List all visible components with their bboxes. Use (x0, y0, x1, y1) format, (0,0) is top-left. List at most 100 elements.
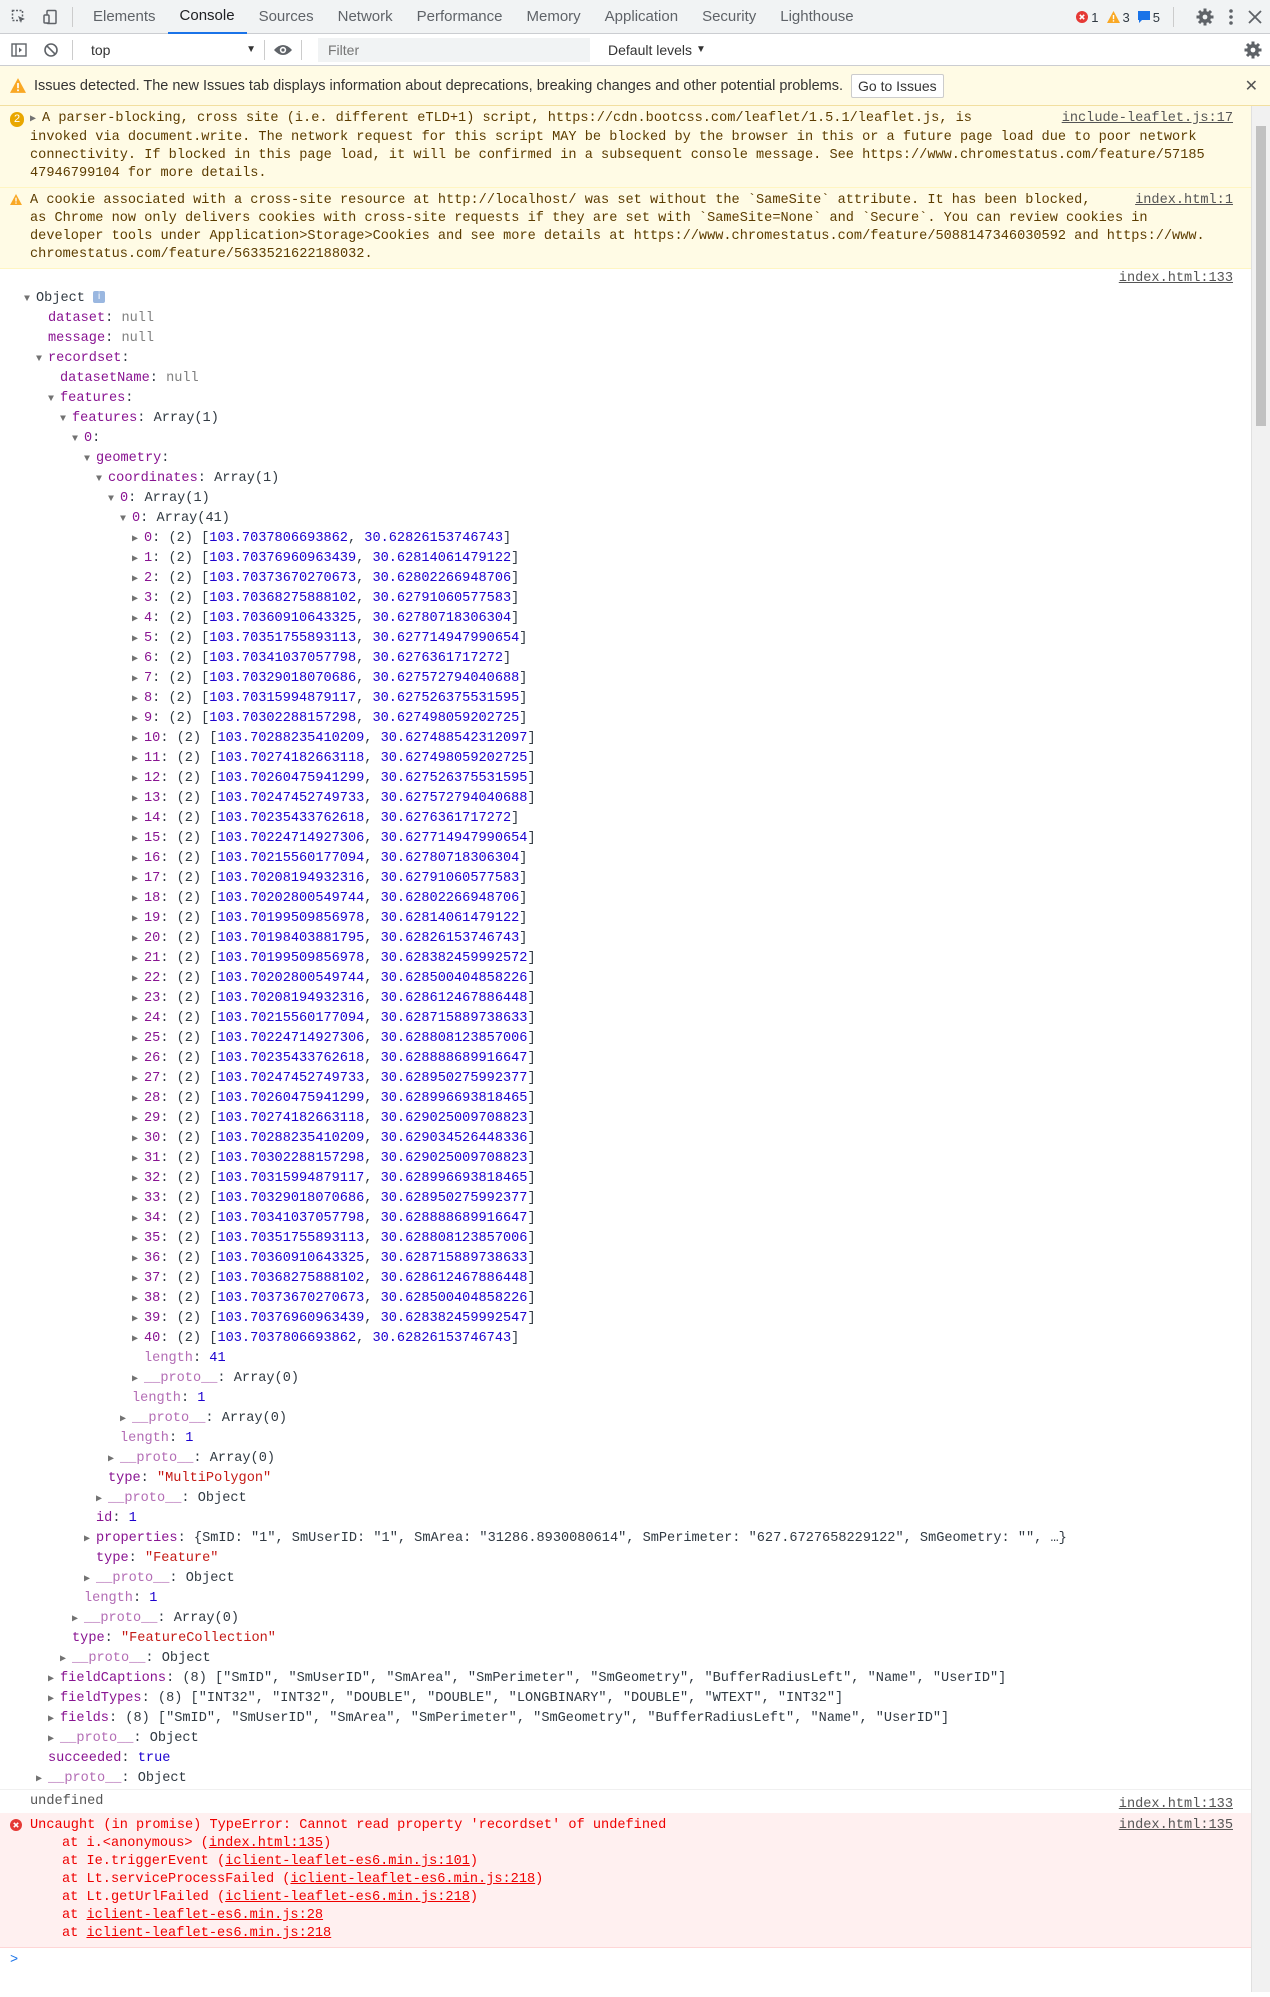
filter-input[interactable] (318, 37, 590, 62)
info-icon[interactable]: i (93, 291, 106, 304)
coordinate-row[interactable]: ▶ 36: (2) [103.70360910643325, 30.6287158… (0, 1249, 1251, 1269)
close-icon[interactable] (1248, 10, 1262, 24)
coordinate-row[interactable]: ▶ 18: (2) [103.70202800549744, 30.6280226… (0, 889, 1251, 909)
expand-arrow-icon[interactable]: ▶ (132, 990, 144, 1010)
stack-frame-link[interactable]: iclient-leaflet-es6.min.js:218 (86, 1926, 331, 1941)
tab-security[interactable]: Security (690, 0, 768, 34)
expand-arrow-icon[interactable]: ▶ (132, 610, 144, 630)
console-settings-icon[interactable] (1244, 41, 1262, 62)
tree-row[interactable]: ▶ __proto__: Array(0) (0, 1609, 1251, 1629)
sidebar-icon[interactable] (6, 37, 32, 63)
tree-row[interactable]: ▶ __proto__: Object (0, 1649, 1251, 1669)
stack-frame-link[interactable]: iclient-leaflet-es6.min.js:218 (225, 1890, 470, 1905)
coordinate-row[interactable]: ▶ 21: (2) [103.70199509856978, 30.6283824… (0, 949, 1251, 969)
coordinate-row[interactable]: ▶ 20: (2) [103.70198403881795, 30.6282615… (0, 929, 1251, 949)
coordinate-row[interactable]: ▶ 22: (2) [103.70202800549744, 30.6285004… (0, 969, 1251, 989)
stack-frame-link[interactable]: iclient-leaflet-es6.min.js:101 (225, 1854, 470, 1869)
tree-row[interactable]: ▶ fieldCaptions: (8) ["SmID", "SmUserID",… (0, 1669, 1251, 1689)
expand-arrow-icon[interactable]: ▶ (132, 630, 144, 650)
coordinate-row[interactable]: ▶ 27: (2) [103.70247452749733, 30.6289502… (0, 1069, 1251, 1089)
expand-arrow-icon[interactable]: ▶ (132, 1370, 144, 1390)
expand-arrow-icon[interactable]: ▶ (48, 1690, 60, 1710)
coordinate-row[interactable]: ▶ 30: (2) [103.70288235410209, 30.6290345… (0, 1129, 1251, 1149)
coordinate-row[interactable]: ▶ 35: (2) [103.70351755893113, 30.6288081… (0, 1229, 1251, 1249)
expand-arrow-icon[interactable]: ▶ (132, 1330, 144, 1350)
tab-application[interactable]: Application (593, 0, 690, 34)
expand-arrow-icon[interactable]: ▶ (132, 1250, 144, 1270)
expand-arrow-icon[interactable]: ▶ (132, 570, 144, 590)
settings-icon[interactable] (1196, 8, 1214, 26)
tree-row[interactable]: ▶ __proto__: Object (0, 1569, 1251, 1589)
coordinate-row[interactable]: ▶ 8: (2) [103.70315994879117, 30.62752637… (0, 689, 1251, 709)
expand-arrow-icon[interactable]: ▶ (96, 1490, 108, 1510)
coordinate-row[interactable]: ▶ 9: (2) [103.70302288157298, 30.62749805… (0, 709, 1251, 729)
stack-frame-link[interactable]: index.html:135 (209, 1836, 323, 1851)
expand-arrow-icon[interactable]: ▶ (132, 1110, 144, 1130)
expand-arrow-icon[interactable]: ▶ (132, 770, 144, 790)
tree-row[interactable]: ▶ __proto__: Array(0) (0, 1409, 1251, 1429)
expand-arrow-icon[interactable]: ▶ (132, 750, 144, 770)
coordinate-row[interactable]: ▶ 1: (2) [103.70376960963439, 30.62814061… (0, 549, 1251, 569)
console-prompt[interactable]: > (0, 1948, 1251, 1974)
coordinate-row[interactable]: ▶ 33: (2) [103.70329018070686, 30.6289502… (0, 1189, 1251, 1209)
expand-arrow-icon[interactable]: ▶ (132, 810, 144, 830)
tree-row[interactable]: ▶ __proto__: Object (0, 1769, 1251, 1789)
expand-arrow-icon[interactable]: ▶ (132, 890, 144, 910)
tree-root[interactable]: ▼ Object i (0, 289, 1251, 309)
tab-performance[interactable]: Performance (405, 0, 515, 34)
tree-row[interactable]: ▶ fieldTypes: (8) ["INT32", "INT32", "DOU… (0, 1689, 1251, 1709)
expand-arrow-icon[interactable]: ▶ (132, 930, 144, 950)
coordinate-row[interactable]: ▶ 11: (2) [103.70274182663118, 30.6274980… (0, 749, 1251, 769)
expand-arrow-icon[interactable]: ▶ (132, 1170, 144, 1190)
source-link[interactable]: index.html:135 (1119, 1817, 1233, 1835)
tab-network[interactable]: Network (326, 0, 405, 34)
tab-sources[interactable]: Sources (247, 0, 326, 34)
coordinate-row[interactable]: ▶ 24: (2) [103.70215560177094, 30.6287158… (0, 1009, 1251, 1029)
tree-row[interactable]: ▼ coordinates: Array(1) (0, 469, 1251, 489)
tree-row[interactable]: ▼ 0: Array(1) (0, 489, 1251, 509)
coordinate-row[interactable]: ▶ 2: (2) [103.70373670270673, 30.62802266… (0, 569, 1251, 589)
close-icon[interactable]: ✕ (1245, 76, 1258, 96)
expand-arrow-icon[interactable]: ▶ (132, 970, 144, 990)
tree-row[interactable]: ▼ recordset: (0, 349, 1251, 369)
expand-arrow-icon[interactable]: ▶ (84, 1570, 96, 1590)
collapse-arrow-icon[interactable]: ▼ (48, 390, 60, 410)
coordinate-row[interactable]: ▶ 29: (2) [103.70274182663118, 30.6290250… (0, 1109, 1251, 1129)
expand-arrow-icon[interactable]: ▶ (132, 1230, 144, 1250)
tree-row[interactable]: ▶ __proto__: Array(0) (0, 1449, 1251, 1469)
clear-icon[interactable] (38, 37, 64, 63)
coordinate-row[interactable]: ▶ 6: (2) [103.70341037057798, 30.62763617… (0, 649, 1251, 669)
tree-row[interactable]: ▶ __proto__: Array(0) (0, 1369, 1251, 1389)
expand-arrow-icon[interactable]: ▶ (48, 1730, 60, 1750)
coordinate-row[interactable]: ▶ 7: (2) [103.70329018070686, 30.62757279… (0, 669, 1251, 689)
coordinate-row[interactable]: ▶ 39: (2) [103.70376960963439, 30.6283824… (0, 1309, 1251, 1329)
expand-arrow-icon[interactable]: ▶ (132, 1130, 144, 1150)
coordinate-row[interactable]: ▶ 4: (2) [103.70360910643325, 30.62780718… (0, 609, 1251, 629)
expand-arrow-icon[interactable]: ▶ (132, 730, 144, 750)
expand-arrow-icon[interactable]: ▶ (48, 1710, 60, 1730)
coordinate-row[interactable]: ▶ 38: (2) [103.70373670270673, 30.6285004… (0, 1289, 1251, 1309)
coordinate-row[interactable]: ▶ 10: (2) [103.70288235410209, 30.6274885… (0, 729, 1251, 749)
coordinate-row[interactable]: ▶ 25: (2) [103.70224714927306, 30.6288081… (0, 1029, 1251, 1049)
collapse-arrow-icon[interactable]: ▼ (60, 410, 72, 430)
expand-arrow-icon[interactable]: ▶ (132, 530, 144, 550)
expand-arrow-icon[interactable]: ▶ (132, 910, 144, 930)
expand-arrow-icon[interactable]: ▶ (132, 1290, 144, 1310)
expand-arrow-icon[interactable]: ▶ (132, 710, 144, 730)
expand-arrow-icon[interactable]: ▶ (72, 1610, 84, 1630)
inspect-icon[interactable] (6, 4, 32, 30)
coordinate-row[interactable]: ▶ 3: (2) [103.70368275888102, 30.62791060… (0, 589, 1251, 609)
coordinate-row[interactable]: ▶ 17: (2) [103.70208194932316, 30.6279106… (0, 869, 1251, 889)
info-count[interactable]: 5 (1137, 10, 1160, 25)
expand-arrow-icon[interactable]: ▶ (132, 1090, 144, 1110)
tree-row[interactable]: ▶ properties: {SmID: "1", SmUserID: "1", … (0, 1529, 1251, 1549)
expand-arrow-icon[interactable]: ▶ (48, 1670, 60, 1690)
coordinate-row[interactable]: ▶ 28: (2) [103.70260475941299, 30.6289966… (0, 1089, 1251, 1109)
expand-arrow-icon[interactable]: ▶ (132, 850, 144, 870)
collapse-arrow-icon[interactable]: ▼ (36, 350, 48, 370)
warning-count[interactable]: 3 (1106, 10, 1130, 25)
error-count[interactable]: 1 (1076, 10, 1099, 25)
coordinate-row[interactable]: ▶ 15: (2) [103.70224714927306, 30.6277149… (0, 829, 1251, 849)
expand-arrow-icon[interactable]: ▶ (36, 1770, 48, 1790)
coordinate-row[interactable]: ▶ 13: (2) [103.70247452749733, 30.6275727… (0, 789, 1251, 809)
